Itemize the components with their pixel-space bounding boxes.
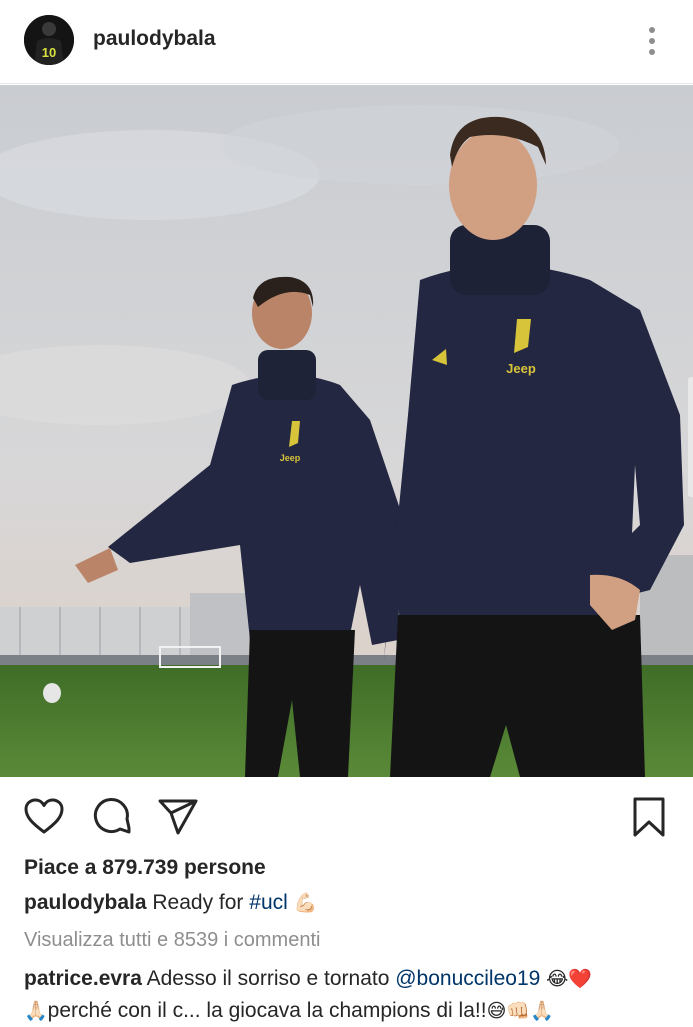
caption-hashtag[interactable]: #ucl	[249, 891, 288, 914]
caption-text: Ready for	[152, 891, 250, 914]
share-icon[interactable]	[156, 795, 200, 839]
comment-item: patrice.evra Adesso il sorriso e tornato…	[24, 963, 674, 1027]
comment-icon[interactable]	[90, 795, 134, 839]
post-header: 10 paulodybala	[0, 0, 693, 84]
comment-username[interactable]: patrice.evra	[24, 967, 142, 990]
svg-text:10: 10	[42, 45, 56, 60]
comment-text: perché con il c... la giocava la champio…	[47, 999, 487, 1022]
caption-username[interactable]: paulodybala	[24, 891, 147, 914]
more-options-icon[interactable]	[638, 25, 666, 57]
scroll-handle[interactable]	[688, 377, 693, 497]
caption-emoji: 💪🏻	[293, 892, 318, 914]
svg-text:Jeep: Jeep	[506, 361, 536, 376]
comment-emoji: 😅👊🏻🙏🏻	[486, 1000, 554, 1022]
avatar[interactable]: 10	[24, 15, 74, 65]
comment-mention[interactable]: @bonuccileo19	[395, 967, 540, 990]
caption: paulodybala Ready for #ucl 💪🏻	[24, 891, 317, 915]
bookmark-icon[interactable]	[627, 795, 671, 839]
likes-count[interactable]: Piace a 879.739 persone	[24, 856, 266, 880]
comment-emoji: 😂❤️	[546, 968, 593, 990]
heart-icon[interactable]	[22, 795, 66, 839]
post-photo[interactable]: Jeep Jeep	[0, 85, 693, 777]
svg-text:Jeep: Jeep	[280, 453, 301, 463]
action-bar	[0, 790, 693, 840]
view-all-comments-link[interactable]: Visualizza tutti e 8539 i commenti	[24, 929, 320, 952]
post-username[interactable]: paulodybala	[93, 27, 216, 51]
comment-emoji: 🙏🏻	[24, 1000, 48, 1022]
comment-text: Adesso il sorriso e tornato	[146, 967, 396, 990]
